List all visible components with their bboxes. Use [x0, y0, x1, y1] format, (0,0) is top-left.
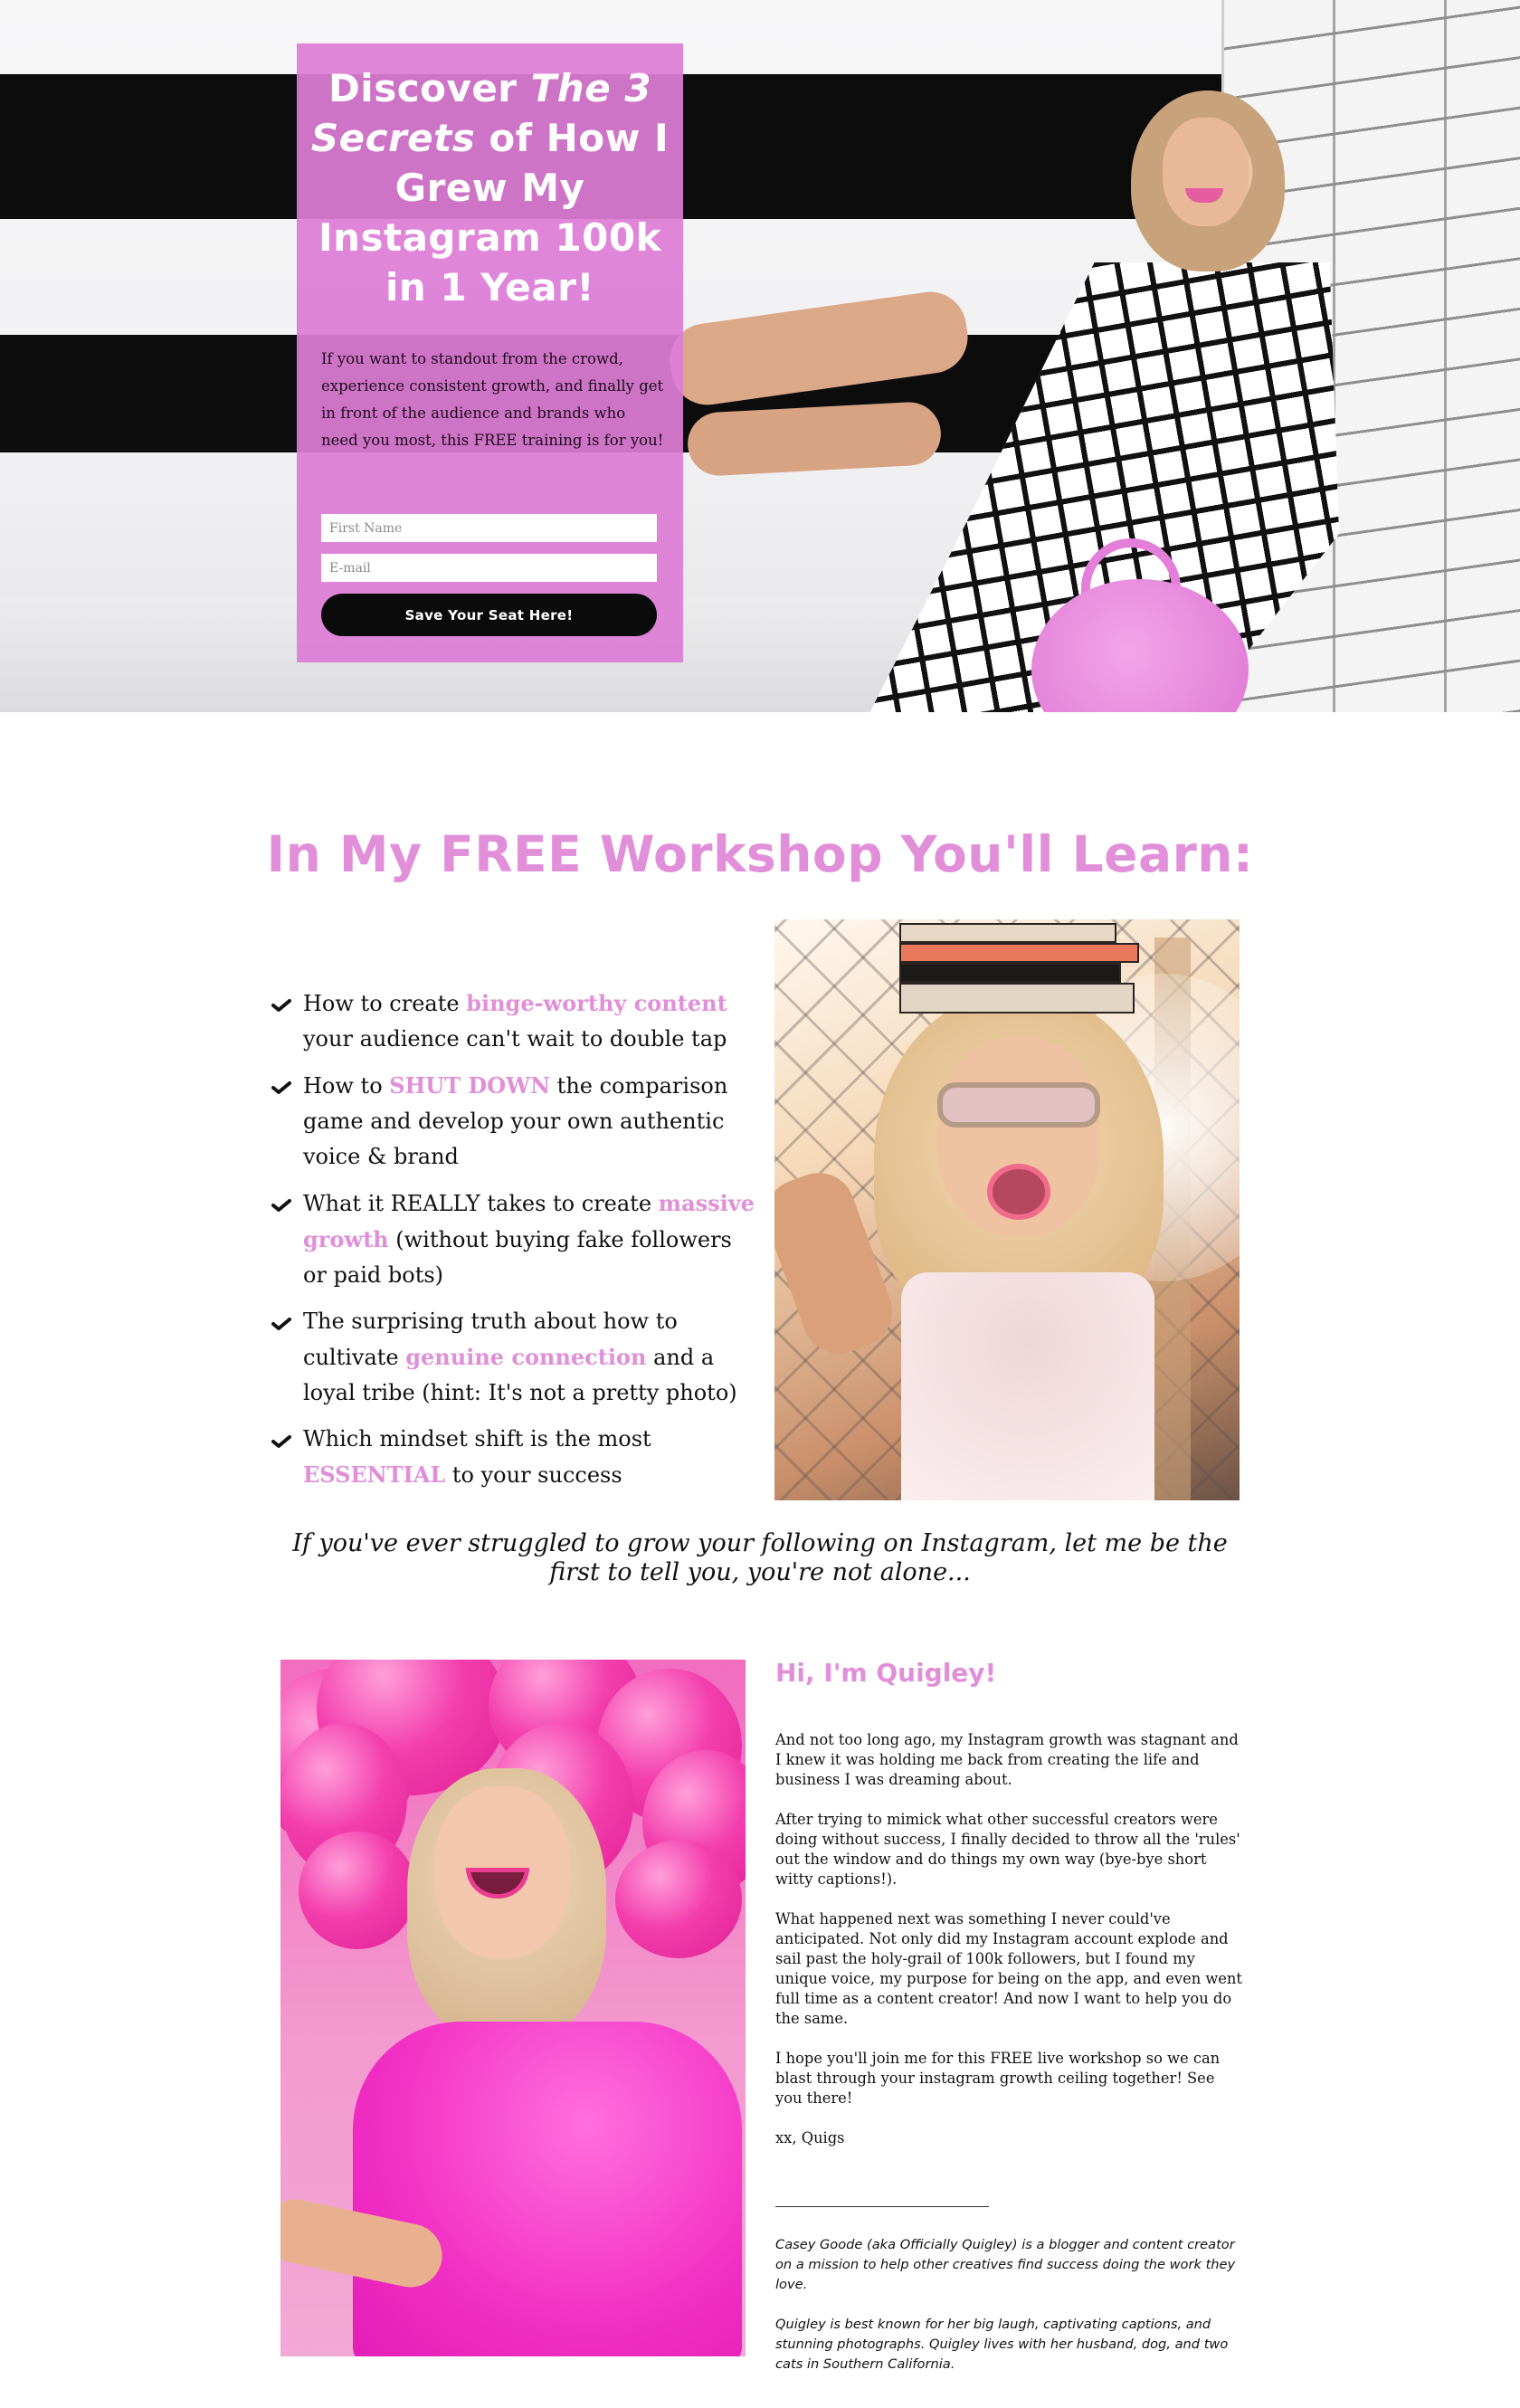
benefit-item: What it REALLY takes to create massive g…: [271, 1185, 760, 1293]
signup-card: Discover The 3 Secrets of How I Grew My …: [297, 43, 683, 662]
photo-woman-pink-balloons: [280, 1660, 746, 2356]
check-icon: [271, 1318, 291, 1330]
check-icon: [271, 1199, 291, 1212]
glasses: [937, 1082, 1100, 1128]
hero-description: If you want to standout from the crowd, …: [321, 350, 664, 449]
book: [899, 963, 1121, 983]
balloon: [615, 1841, 742, 1958]
signature: xx, Quigs: [775, 2129, 845, 2146]
divider: [775, 2206, 989, 2207]
bio-paragraph: Quigley is best known for her big laugh,…: [775, 2317, 1229, 2372]
balloon: [299, 1832, 416, 1949]
about-paragraph: After trying to mimick what other succes…: [775, 1811, 1240, 1888]
author-bio: Casey Goode (aka Officially Quigley) is …: [775, 2235, 1250, 2394]
hero-section: Discover The 3 Secrets of How I Grew My …: [0, 0, 1520, 712]
about-paragraph: What happened next was something I never…: [775, 1910, 1242, 2027]
about-body: And not too long ago, my Instagram growt…: [775, 1730, 1246, 2168]
about-paragraph: And not too long ago, my Instagram growt…: [775, 1731, 1239, 1788]
first-name-input[interactable]: [321, 514, 657, 542]
benefit-item: Which mindset shift is the most ESSENTIA…: [271, 1422, 760, 1493]
email-input[interactable]: [321, 554, 657, 582]
save-your-seat-button[interactable]: Save Your Seat Here!: [321, 594, 657, 636]
check-icon: [271, 1081, 291, 1094]
hero-title: Discover The 3 Secrets of How I Grew My …: [310, 66, 670, 309]
hero-photo-woman-checkered-dress: [665, 81, 1339, 712]
photo-woman-books-on-head: [774, 919, 1240, 1500]
book: [899, 983, 1135, 1014]
struggle-quote: If you've ever struggled to grow your fo…: [292, 1529, 1228, 1586]
benefits-list: How to create binge-worthy content your …: [271, 985, 760, 1504]
benefit-item: The surprising truth about how to cultiv…: [271, 1304, 760, 1411]
about-heading: Hi, I'm Quigley!: [775, 1658, 997, 1688]
benefit-item: How to SHUT DOWN the comparison game and…: [271, 1068, 760, 1175]
check-icon: [271, 999, 291, 1012]
benefit-item: How to create binge-worthy content your …: [271, 985, 760, 1057]
learn-section-title: In My FREE Workshop You'll Learn:: [266, 825, 1254, 883]
book: [899, 943, 1139, 963]
book: [899, 923, 1116, 943]
about-paragraph: I hope you'll join me for this FREE live…: [775, 2050, 1221, 2107]
check-icon: [271, 1435, 291, 1448]
bio-paragraph: Casey Goode (aka Officially Quigley) is …: [775, 2237, 1236, 2292]
